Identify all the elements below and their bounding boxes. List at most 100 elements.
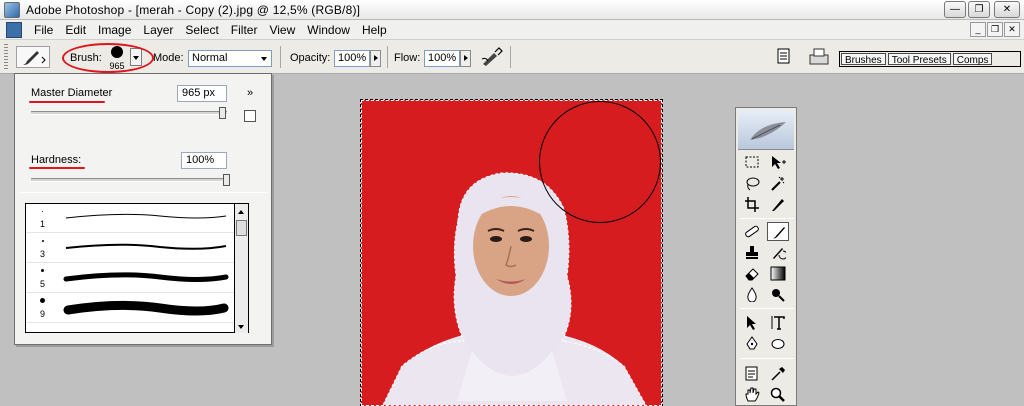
hardness-slider[interactable] [31, 178, 227, 182]
flow-field[interactable]: 100% [424, 50, 460, 67]
brush-preset-size: 5 [40, 279, 46, 289]
chevron-down-icon [257, 51, 271, 66]
move-tool[interactable] [767, 153, 789, 172]
ellipse-icon [771, 339, 785, 349]
brush-tip-icon [41, 269, 44, 272]
photoshop-app-icon[interactable] [4, 1, 20, 18]
options-bar-grip[interactable] [4, 44, 8, 70]
well-tab-tool-presets[interactable]: Tool Presets [887, 53, 951, 66]
brush-preset-size: 3 [40, 249, 46, 259]
separator [19, 192, 267, 193]
brush-picker-menu-button[interactable]: » [247, 87, 253, 99]
dodge-tool[interactable] [767, 285, 789, 304]
dodge-icon [772, 289, 785, 302]
gradient-icon [770, 266, 786, 281]
opacity-slider-button[interactable] [370, 50, 381, 67]
toggle-palettes-button[interactable] [808, 46, 830, 66]
doc-close-button[interactable]: ✕ [1004, 22, 1020, 37]
path-selection-tool[interactable] [741, 313, 763, 332]
brush-preset-size: 9 [40, 309, 46, 319]
doc-restore-button[interactable]: ❐ [987, 22, 1003, 37]
doc-minimize-button[interactable]: _ [970, 22, 986, 37]
zoom-tool[interactable] [767, 385, 789, 404]
slice-tool[interactable] [767, 195, 789, 214]
magic-wand-tool[interactable] [767, 174, 789, 193]
opacity-field[interactable]: 100% [334, 50, 370, 67]
menu-window[interactable]: Window [301, 23, 356, 37]
brush-tool[interactable] [767, 222, 789, 241]
master-diameter-field[interactable]: 965 px [177, 85, 227, 102]
brush-preset-list: 1 3 5 9 [25, 203, 235, 333]
tool-preset-picker[interactable] [16, 46, 50, 68]
mode-select[interactable]: Normal [188, 50, 272, 67]
window-title: Adobe Photoshop - [merah - Copy (2).jpg … [26, 2, 361, 17]
menu-help[interactable]: Help [356, 23, 393, 37]
shape-tool[interactable] [767, 334, 789, 353]
type-tool[interactable] [767, 313, 789, 332]
window-controls: — ❐ ✕ [944, 1, 1020, 18]
stamp-icon [746, 246, 758, 259]
toolbox-header[interactable] [738, 110, 794, 150]
menu-edit[interactable]: Edit [59, 23, 92, 37]
save-brush-preset-button[interactable] [244, 110, 256, 122]
move-icon [772, 156, 786, 169]
master-diameter-label: Master Diameter [31, 87, 113, 99]
menu-layer[interactable]: Layer [137, 23, 179, 37]
airbrush-toggle[interactable] [480, 47, 504, 70]
scroll-thumb[interactable] [236, 220, 247, 236]
well-tab-comps[interactable]: Comps [952, 53, 993, 66]
clone-stamp-tool[interactable] [741, 243, 763, 262]
crop-tool[interactable] [741, 195, 763, 214]
red-circle-annotation [62, 43, 154, 73]
options-bar: Brush: 965 Mode: Normal Opacity: 100% Fl… [0, 40, 1024, 74]
menu-bar: File Edit Image Layer Select Filter View… [0, 20, 1024, 40]
brush-preset-item[interactable]: 9 [26, 294, 234, 323]
notes-tool[interactable] [741, 364, 763, 383]
file-browser-button[interactable] [776, 48, 792, 64]
maximize-button[interactable]: ❐ [968, 1, 990, 18]
magnifier-icon [770, 387, 785, 402]
lasso-tool[interactable] [741, 174, 763, 193]
document-icon[interactable] [6, 21, 22, 38]
menu-image[interactable]: Image [92, 23, 137, 37]
separator [510, 46, 511, 68]
blur-tool[interactable] [741, 285, 763, 304]
eyedropper-tool[interactable] [767, 364, 789, 383]
history-brush-tool[interactable] [767, 243, 789, 262]
brush-cursor-outline [539, 101, 661, 223]
file-browser-icon [777, 48, 790, 64]
eraser-tool[interactable] [741, 264, 763, 283]
marquee-tool[interactable] [741, 153, 763, 172]
menu-filter[interactable]: Filter [225, 23, 264, 37]
gradient-tool[interactable] [767, 264, 789, 283]
arrow-icon [747, 316, 756, 330]
hardness-slider-thumb[interactable] [223, 174, 230, 186]
flow-slider-button[interactable] [460, 50, 471, 67]
pen-tool[interactable] [741, 334, 763, 353]
hardness-field[interactable]: 100% [181, 152, 227, 169]
brush-preset-item[interactable]: 3 [26, 234, 234, 263]
menu-file[interactable]: File [28, 23, 59, 37]
healing-brush-tool[interactable] [741, 222, 763, 241]
type-icon [771, 316, 785, 330]
close-button[interactable]: ✕ [994, 1, 1020, 18]
menu-view[interactable]: View [263, 23, 301, 37]
marquee-icon [745, 156, 759, 168]
master-diameter-slider[interactable] [31, 111, 227, 115]
red-underline-annotation [29, 101, 105, 103]
hand-tool[interactable] [741, 385, 763, 404]
hand-icon [745, 387, 760, 402]
brush-list-scrollbar[interactable] [235, 203, 249, 333]
brush-preset-item[interactable]: 1 [26, 204, 234, 233]
bandage-icon [745, 225, 759, 238]
well-tab-brushes[interactable]: Brushes [841, 53, 886, 66]
minimize-button[interactable]: — [944, 1, 966, 18]
pen-icon [746, 336, 758, 350]
menu-select[interactable]: Select [179, 23, 224, 37]
history-brush-icon [773, 248, 786, 260]
scroll-up-arrow[interactable] [235, 204, 248, 217]
brush-preset-item[interactable]: 5 [26, 264, 234, 293]
master-diameter-slider-thumb[interactable] [219, 107, 227, 119]
scroll-down-arrow[interactable] [235, 320, 248, 333]
opacity-label: Opacity: [290, 52, 331, 64]
